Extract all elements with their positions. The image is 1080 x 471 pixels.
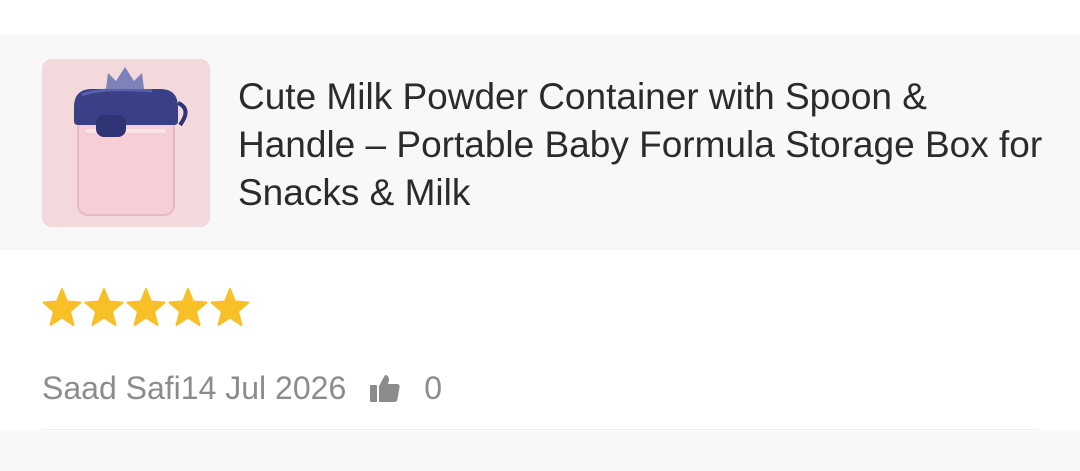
review-screen: Cute Milk Powder Container with Spoon & … — [0, 0, 1080, 471]
product-title[interactable]: Cute Milk Powder Container with Spoon & … — [238, 73, 1048, 217]
product-thumbnail[interactable] — [42, 59, 210, 227]
top-spacer — [0, 0, 1080, 35]
divider — [42, 429, 1038, 430]
like-count: 0 — [424, 369, 443, 406]
star-icon — [210, 288, 250, 326]
next-item-background — [0, 431, 1080, 471]
star-rating — [42, 287, 250, 331]
star-icon — [84, 288, 124, 326]
product-card[interactable]: Cute Milk Powder Container with Spoon & … — [0, 35, 1080, 250]
review-meta: Saad Safi 14 Jul 2026 0 — [42, 368, 442, 408]
review-date: 14 Jul 2026 — [180, 369, 347, 406]
thumbs-up-icon — [370, 375, 400, 402]
review-item: Saad Safi 14 Jul 2026 0 — [0, 250, 1080, 430]
star-icon — [168, 288, 208, 326]
star-icon — [42, 288, 82, 326]
like-button[interactable]: 0 — [368, 370, 442, 407]
reviewer-name: Saad Safi — [42, 369, 181, 406]
milk-powder-container-image — [42, 59, 210, 227]
star-icon — [126, 288, 166, 326]
